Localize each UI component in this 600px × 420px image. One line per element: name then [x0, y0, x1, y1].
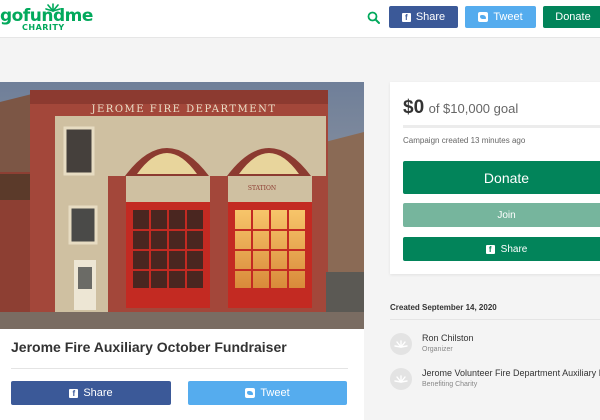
campaign-tweet-label: Tweet	[260, 387, 290, 399]
twitter-icon	[478, 12, 489, 22]
header-share-label: Share	[415, 11, 446, 23]
search-icon	[367, 11, 380, 24]
facebook-icon: f	[485, 244, 495, 254]
gofundme-avatar-icon	[394, 340, 408, 348]
campaign-photo: JEROME FIRE DEPARTMENT STATION	[0, 82, 364, 329]
campaign-card: JEROME FIRE DEPARTMENT STATION Jerome Fi…	[0, 82, 364, 420]
photo-station-text: STATION	[248, 185, 276, 192]
organizer-row[interactable]: Ron Chilston Organizer	[390, 333, 600, 363]
logo-sun-icon	[45, 3, 61, 12]
beneficiary-role: Benefiting Charity	[422, 381, 478, 388]
gofundme-charity-logo[interactable]: gofundme CHARITY	[0, 3, 93, 34]
goal-text: of $10,000 goal	[428, 101, 519, 116]
campaign-tweet-button[interactable]: Tweet	[188, 381, 347, 405]
organizer-role: Organizer	[422, 346, 453, 353]
beneficiary-row[interactable]: Jerome Volunteer Fire Department Auxilia…	[390, 368, 600, 398]
donate-button[interactable]: Donate	[403, 161, 600, 194]
photo-sign-text: JEROME FIRE DEPARTMENT	[91, 104, 277, 115]
campaign-title: Jerome Fire Auxiliary October Fundraiser	[11, 339, 287, 355]
donation-panel: $0 of $10,000 goal Campaign created 13 m…	[390, 82, 600, 274]
facebook-icon: f	[69, 388, 79, 398]
panel-share-label: Share	[500, 243, 528, 255]
title-divider	[11, 368, 348, 369]
avatar	[390, 333, 412, 355]
campaign-share-button[interactable]: f Share	[11, 381, 171, 405]
header-donate-button[interactable]: Donate	[543, 6, 600, 28]
join-label: Join	[497, 209, 516, 221]
raised-value: $0	[403, 97, 425, 118]
header-tweet-label: Tweet	[493, 11, 523, 23]
organizer-divider	[390, 319, 600, 320]
header-share-button[interactable]: f Share	[389, 6, 458, 28]
header-donate-label: Donate	[555, 11, 591, 23]
organizer-name: Ron Chilston	[422, 333, 474, 343]
header-tweet-button[interactable]: Tweet	[465, 6, 536, 28]
campaign-created-text: Campaign created 13 minutes ago	[403, 136, 526, 145]
avatar	[390, 368, 412, 390]
beneficiary-name: Jerome Volunteer Fire Department Auxilia…	[422, 368, 600, 378]
facebook-icon: f	[401, 12, 411, 22]
created-date: Created September 14, 2020	[390, 303, 497, 312]
panel-share-button[interactable]: f Share	[403, 237, 600, 261]
gofundme-avatar-icon	[394, 375, 408, 383]
top-header: gofundme CHARITY f Share Tweet Donate	[0, 0, 600, 38]
progress-bar	[403, 125, 600, 128]
campaign-share-label: Share	[83, 387, 113, 399]
donate-label: Donate	[483, 169, 530, 186]
fire-station-image: JEROME FIRE DEPARTMENT STATION	[0, 82, 364, 329]
logo-charity-label: CHARITY	[22, 23, 65, 32]
search-button[interactable]	[364, 8, 384, 28]
raised-amount: $0 of $10,000 goal	[403, 97, 518, 119]
twitter-icon	[245, 388, 256, 398]
join-button[interactable]: Join	[403, 203, 600, 227]
